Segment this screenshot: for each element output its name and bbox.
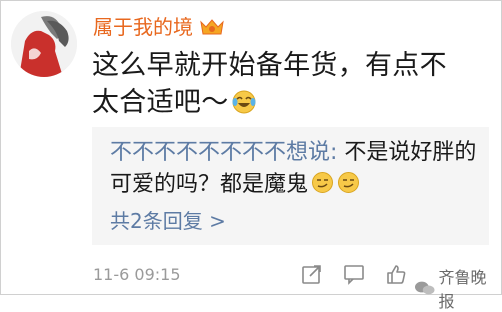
watermark: 齐鲁晚报 [414,264,501,312]
user-avatar[interactable] [11,11,77,77]
view-replies-link[interactable]: 共2条回复 > [110,207,226,235]
share-icon[interactable] [301,263,323,285]
comment-text: 这么早就开始备年货，有点不太合适吧～ [92,47,462,121]
comment-body: 这么早就开始备年货，有点不太合适吧～ [92,50,447,118]
reply-box[interactable]: 不不不不不不不不想说: 不是说好胖的可爱的吗？都是魔鬼 共2条回复 > [92,127,489,245]
reply-content: 不不不不不不不不想说: 不是说好胖的可爱的吗？都是魔鬼 [110,137,482,201]
reply-author[interactable]: 不不不不不不不不想说: [110,140,337,165]
comment-timestamp: 11-6 09:15 [93,265,181,284]
comment-icon[interactable] [343,263,365,285]
comment-username[interactable]: 属于我的境 [93,14,193,40]
wechat-icon [414,281,435,295]
comment-header: 属于我的境 [93,14,225,40]
smirk-emoji-icon [337,171,360,194]
smirk-emoji-icon [311,171,334,194]
like-icon[interactable] [385,263,407,285]
laughing-tears-emoji-icon [231,88,257,114]
watermark-text: 齐鲁晚报 [438,268,487,311]
vip-badge-icon [199,18,225,36]
